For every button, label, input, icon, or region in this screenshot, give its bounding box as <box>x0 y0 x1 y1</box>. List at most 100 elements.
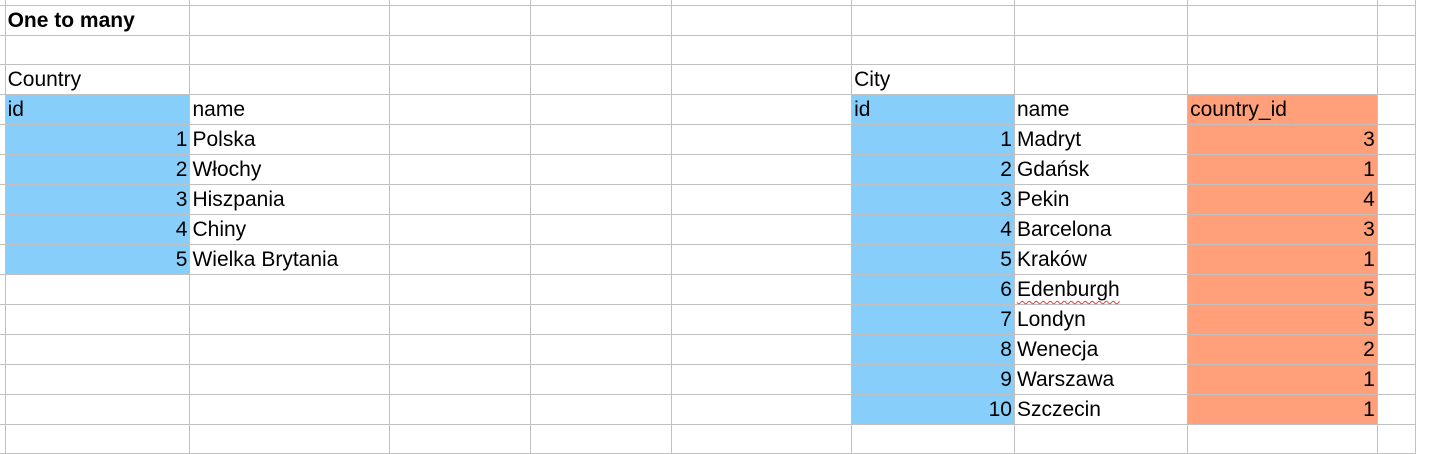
cell[interactable] <box>529 334 672 365</box>
cell[interactable] <box>189 5 390 36</box>
cell[interactable] <box>670 5 853 36</box>
cell[interactable] <box>851 35 1015 65</box>
country-id-cell[interactable]: 1 <box>4 124 191 155</box>
cell[interactable] <box>1376 124 1417 155</box>
cell[interactable] <box>388 424 531 454</box>
city-name-cell[interactable]: Pekin <box>1013 184 1189 215</box>
cell[interactable] <box>189 334 390 365</box>
city-name-cell[interactable]: Warszawa <box>1013 364 1189 395</box>
cell[interactable] <box>1187 5 1378 36</box>
cell[interactable] <box>1376 424 1417 454</box>
cell[interactable] <box>1376 5 1417 36</box>
cell[interactable] <box>388 64 531 95</box>
country-name-cell[interactable]: Włochy <box>189 154 390 185</box>
city-id-cell[interactable]: 2 <box>851 154 1015 185</box>
country-table-label[interactable]: Country <box>4 64 191 95</box>
cell[interactable] <box>529 64 672 95</box>
cell[interactable] <box>388 274 531 305</box>
country-name-cell[interactable]: Hiszpania <box>189 184 390 215</box>
cell[interactable] <box>1376 184 1417 215</box>
country-name-cell[interactable]: Polska <box>189 124 390 155</box>
city-name-cell[interactable]: Szczecin <box>1013 394 1189 425</box>
cell[interactable] <box>4 334 191 365</box>
cell[interactable] <box>670 334 853 365</box>
cell[interactable] <box>388 35 531 65</box>
cell[interactable] <box>388 5 531 36</box>
city-country-id-cell[interactable]: 2 <box>1187 334 1378 365</box>
cell[interactable] <box>1376 304 1417 335</box>
cell[interactable] <box>4 35 191 65</box>
cell[interactable] <box>1013 424 1189 454</box>
cell[interactable] <box>1376 214 1417 245</box>
cell[interactable] <box>388 184 531 215</box>
city-id-cell[interactable]: 8 <box>851 334 1015 365</box>
city-header-name[interactable]: name <box>1013 94 1189 125</box>
cell[interactable] <box>388 94 531 125</box>
cell[interactable] <box>670 184 853 215</box>
cell[interactable] <box>189 304 390 335</box>
cell[interactable] <box>670 214 853 245</box>
cell[interactable] <box>1376 364 1417 395</box>
city-id-cell[interactable]: 5 <box>851 244 1015 275</box>
city-name-cell[interactable]: Londyn <box>1013 304 1189 335</box>
city-country-id-cell[interactable]: 1 <box>1187 364 1378 395</box>
city-country-id-cell[interactable]: 4 <box>1187 184 1378 215</box>
cell[interactable] <box>670 244 853 275</box>
cell[interactable] <box>1013 35 1189 65</box>
cell[interactable] <box>529 184 672 215</box>
cell[interactable] <box>388 244 531 275</box>
city-country-id-cell[interactable]: 3 <box>1187 214 1378 245</box>
cell[interactable] <box>189 424 390 454</box>
cell[interactable] <box>4 364 191 395</box>
cell[interactable] <box>529 214 672 245</box>
country-id-cell[interactable]: 4 <box>4 214 191 245</box>
cell[interactable] <box>1376 334 1417 365</box>
cell[interactable] <box>388 304 531 335</box>
city-id-cell[interactable]: 4 <box>851 214 1015 245</box>
cell[interactable] <box>670 64 853 95</box>
cell[interactable] <box>388 394 531 425</box>
cell[interactable] <box>189 35 390 65</box>
cell[interactable] <box>529 244 672 275</box>
cell[interactable] <box>670 94 853 125</box>
country-name-cell[interactable]: Wielka Brytania <box>189 244 390 275</box>
cell[interactable] <box>529 364 672 395</box>
cell[interactable] <box>670 424 853 454</box>
city-id-cell[interactable]: 7 <box>851 304 1015 335</box>
cell[interactable] <box>4 394 191 425</box>
city-name-cell[interactable]: Wenecja <box>1013 334 1189 365</box>
cell[interactable] <box>1013 5 1189 36</box>
cell[interactable] <box>529 5 672 36</box>
cell[interactable] <box>388 154 531 185</box>
city-id-cell[interactable]: 1 <box>851 124 1015 155</box>
cell[interactable] <box>670 35 853 65</box>
cell[interactable] <box>670 364 853 395</box>
cell[interactable] <box>1187 35 1378 65</box>
cell[interactable] <box>529 304 672 335</box>
city-id-cell[interactable]: 10 <box>851 394 1015 425</box>
city-country-id-cell[interactable]: 1 <box>1187 154 1378 185</box>
cell[interactable] <box>189 274 390 305</box>
cell[interactable] <box>4 304 191 335</box>
cell[interactable] <box>529 154 672 185</box>
country-name-cell[interactable]: Chiny <box>189 214 390 245</box>
cell[interactable] <box>1187 424 1378 454</box>
city-id-cell[interactable]: 6 <box>851 274 1015 305</box>
cell[interactable] <box>670 304 853 335</box>
city-name-cell[interactable]: Kraków <box>1013 244 1189 275</box>
cell[interactable] <box>851 424 1015 454</box>
city-country-id-cell[interactable]: 3 <box>1187 124 1378 155</box>
country-id-cell[interactable]: 5 <box>4 244 191 275</box>
cell[interactable] <box>189 364 390 395</box>
country-id-cell[interactable]: 3 <box>4 184 191 215</box>
cell[interactable] <box>670 124 853 155</box>
cell[interactable] <box>670 394 853 425</box>
cell[interactable] <box>1376 154 1417 185</box>
cell[interactable] <box>529 274 672 305</box>
cell[interactable] <box>4 424 191 454</box>
city-name-cell[interactable]: Barcelona <box>1013 214 1189 245</box>
country-header-id[interactable]: id <box>4 94 191 125</box>
cell[interactable] <box>4 274 191 305</box>
cell[interactable] <box>1013 64 1189 95</box>
city-country-id-cell[interactable]: 1 <box>1187 394 1378 425</box>
